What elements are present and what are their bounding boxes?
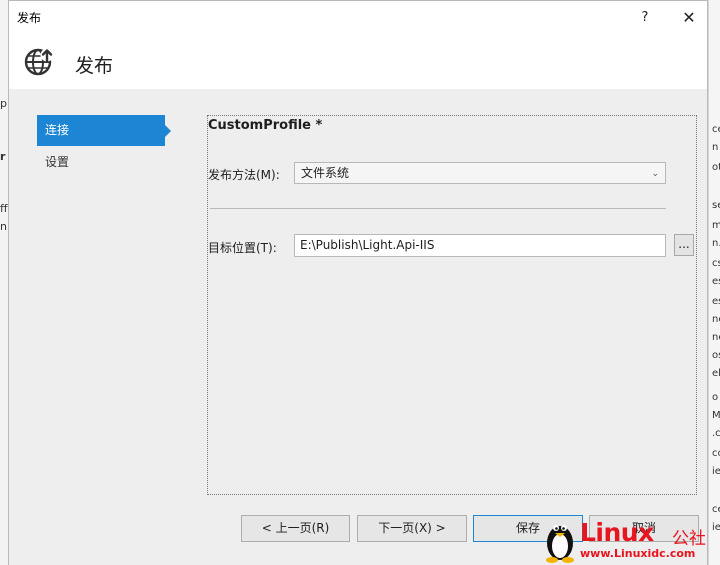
globe-publish-icon — [24, 48, 54, 76]
target-location-label: 目标位置(T): — [208, 241, 277, 255]
background-text-fragment: os — [712, 350, 720, 361]
background-text-fragment: ot — [712, 162, 720, 173]
target-location-input[interactable]: E:\Publish\Light.Api-IIS — [294, 234, 666, 257]
background-text-fragment: es — [712, 276, 720, 287]
profile-name: CustomProfile * — [208, 118, 323, 133]
next-button[interactable]: 下一页(X) > — [357, 515, 467, 542]
background-text-fragment: M — [712, 410, 720, 421]
window-title: 发布 — [17, 11, 42, 25]
browse-button[interactable]: ... — [674, 234, 694, 256]
close-button[interactable]: ✕ — [667, 1, 711, 33]
watermark-brand: Linux — [580, 518, 654, 547]
background-text-fragment: ne — [712, 332, 720, 343]
divider — [210, 208, 666, 209]
connection-panel: CustomProfile * 发布方法(M): 文件系统 ⌄ 目标位置(T):… — [207, 115, 697, 495]
linuxidc-watermark: Linux 公社 www.Linuxidc.com — [540, 514, 718, 564]
background-text-fragment: ff — [0, 202, 8, 215]
dialog-body: 连接 设置 CustomProfile * 发布方法(M): 文件系统 ⌄ 目标… — [9, 89, 707, 565]
background-text-fragment: ie — [712, 466, 720, 477]
watermark-url: www.Linuxidc.com — [580, 547, 696, 560]
background-text-fragment: n. — [712, 238, 720, 249]
title-bar[interactable]: 发布 ? ✕ — [9, 1, 707, 33]
chevron-down-icon: ⌄ — [651, 169, 659, 179]
background-app-right-edge: ce n ot se m n. cs es es ne ne os el o M… — [708, 0, 720, 565]
active-nav-pointer — [165, 125, 171, 137]
background-text-fragment: n — [712, 142, 719, 153]
background-text-fragment: p — [0, 97, 7, 110]
nav-item-connection[interactable]: 连接 — [37, 115, 165, 146]
nav-item-label: 连接 — [45, 123, 70, 137]
background-text-fragment: o — [712, 392, 719, 403]
background-text-fragment: ce — [712, 124, 720, 135]
nav-item-label: 设置 — [45, 155, 70, 169]
publish-method-select[interactable]: 文件系统 ⌄ — [294, 162, 666, 184]
publish-method-value: 文件系统 — [301, 166, 350, 180]
publish-method-label: 发布方法(M): — [208, 168, 280, 182]
page-title: 发布 — [75, 55, 114, 77]
background-text-fragment: r — [0, 150, 6, 163]
nav-item-settings[interactable]: 设置 — [37, 147, 165, 178]
background-text-fragment: el — [712, 368, 720, 379]
background-text-fragment: cc — [712, 448, 720, 459]
background-app-left-edge: p r ff n — [0, 0, 8, 565]
background-text-fragment: n — [0, 220, 7, 233]
background-text-fragment: cs — [712, 258, 720, 269]
penguin-logo-icon — [546, 525, 574, 563]
background-text-fragment: es — [712, 296, 720, 307]
help-button[interactable]: ? — [623, 1, 667, 33]
previous-button[interactable]: < 上一页(R) — [241, 515, 350, 542]
background-text-fragment: ne — [712, 314, 720, 325]
background-text-fragment: .c — [712, 428, 720, 439]
background-text-fragment: se — [712, 200, 720, 211]
dialog-header: 发布 — [9, 33, 707, 89]
publish-dialog: 发布 ? ✕ 发布 连接 设置 CustomProfile * 发布方法(M):… — [8, 0, 708, 565]
background-text-fragment: m — [712, 220, 720, 231]
watermark-brand-cn: 公社 — [672, 529, 706, 549]
